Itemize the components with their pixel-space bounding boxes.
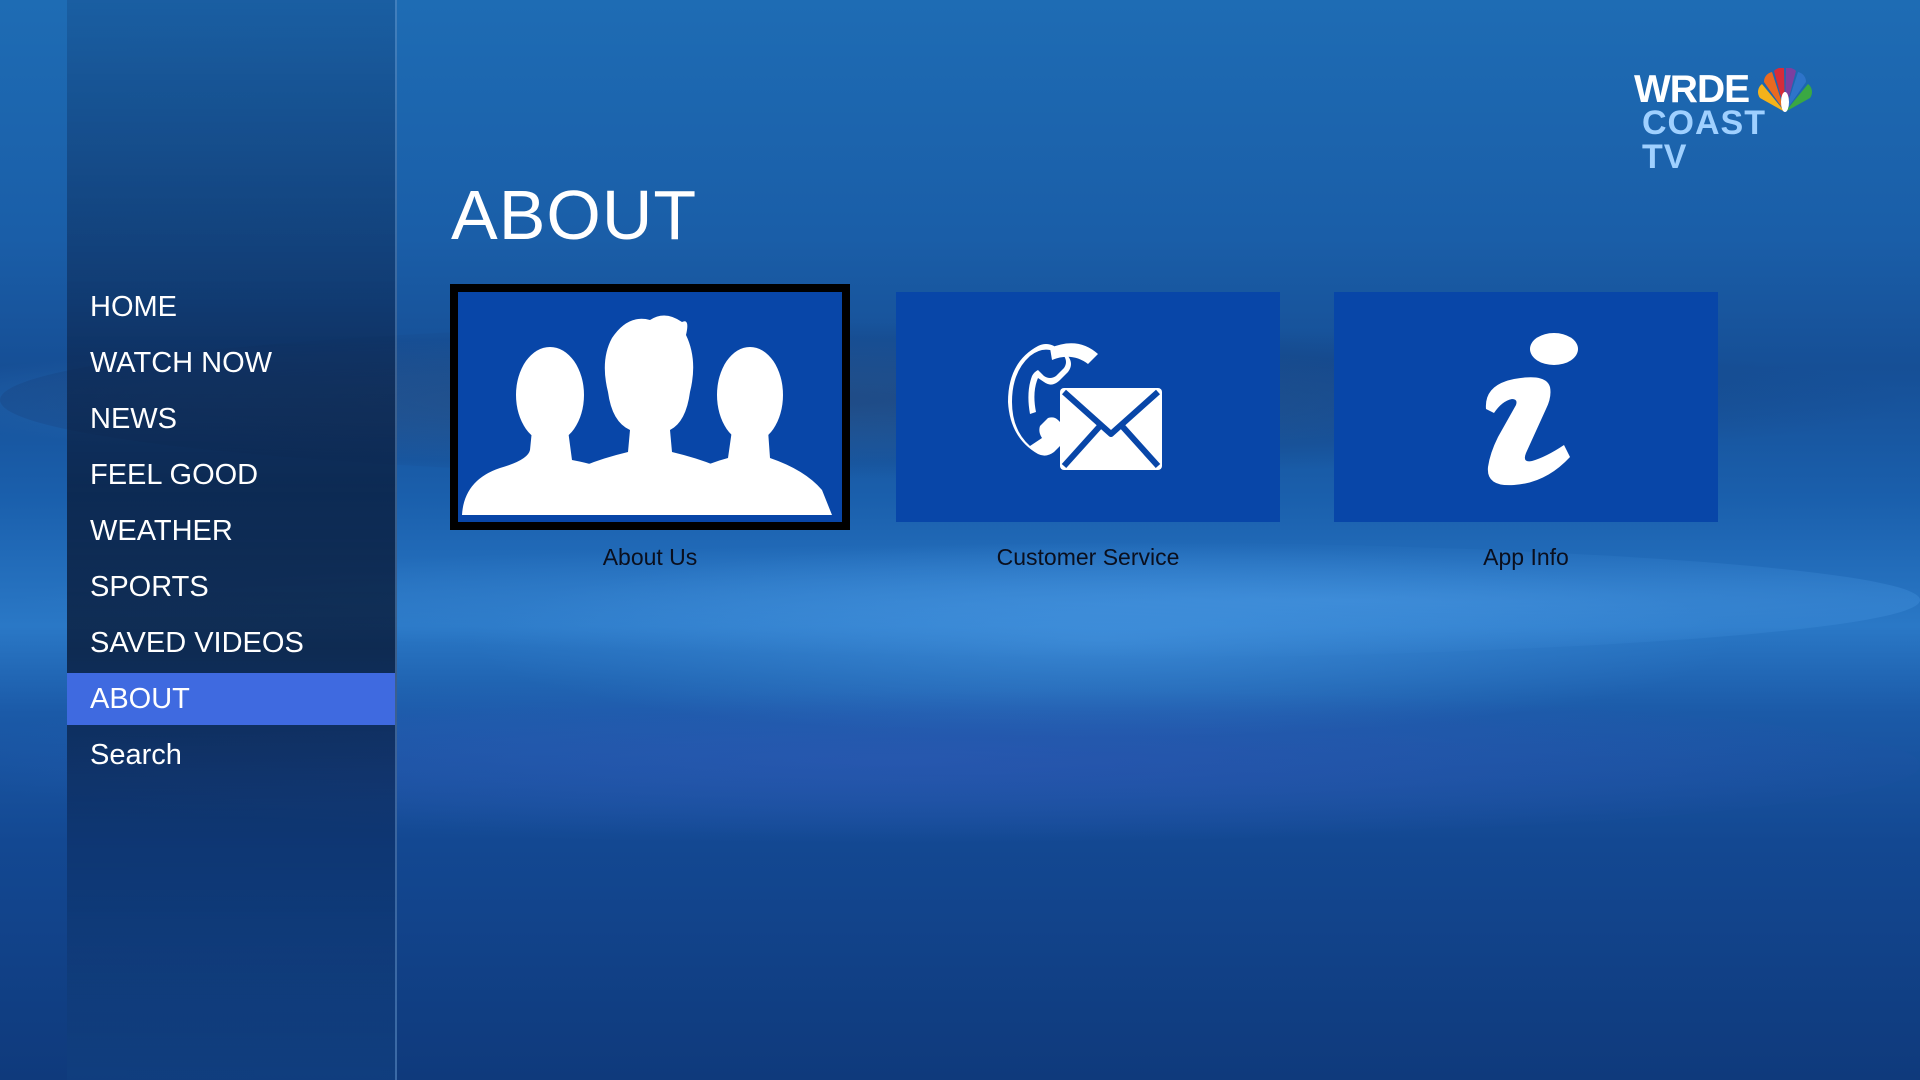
peacock-icon: [1758, 68, 1812, 112]
info-icon: [1485, 333, 1578, 486]
sidebar-item-weather[interactable]: WEATHER: [67, 505, 395, 557]
sidebar-item-feel-good[interactable]: FEEL GOOD: [67, 449, 395, 501]
sidebar-item-news[interactable]: NEWS: [67, 393, 395, 445]
page-title: ABOUT: [451, 176, 698, 254]
sidebar-item-search[interactable]: Search: [67, 729, 395, 781]
about-us-label: About Us: [602, 544, 698, 570]
sidebar-item-about[interactable]: ABOUT: [67, 673, 395, 725]
customer-service-tile[interactable]: Customer Service: [896, 292, 1280, 570]
sidebar-item-watch-now[interactable]: WATCH NOW: [67, 337, 395, 389]
sidebar-item-saved-videos[interactable]: SAVED VIDEOS: [67, 617, 395, 669]
people-group-icon: [462, 314, 832, 515]
logo-station-name: COAST TV: [1642, 104, 1766, 176]
tile-image: [1334, 292, 1718, 522]
about-us-tile[interactable]: About Us: [450, 284, 850, 570]
app-screen: HOME WATCH NOW NEWS FEEL GOOD WEATHER SP…: [0, 0, 1920, 1080]
app-info-tile[interactable]: App Info: [1334, 292, 1718, 570]
phone-envelope-icon: [1008, 343, 1162, 470]
sidebar: HOME WATCH NOW NEWS FEEL GOOD WEATHER SP…: [67, 0, 397, 1080]
tile-image: [450, 284, 850, 530]
customer-service-label: Customer Service: [996, 544, 1180, 570]
station-logo: WRDE COAST TV: [1630, 68, 1820, 174]
sidebar-nav: HOME WATCH NOW NEWS FEEL GOOD WEATHER SP…: [67, 281, 395, 785]
tile-image: [896, 292, 1280, 522]
app-info-label: App Info: [1483, 544, 1569, 570]
sidebar-item-home[interactable]: HOME: [67, 281, 395, 333]
sidebar-item-sports[interactable]: SPORTS: [67, 561, 395, 613]
